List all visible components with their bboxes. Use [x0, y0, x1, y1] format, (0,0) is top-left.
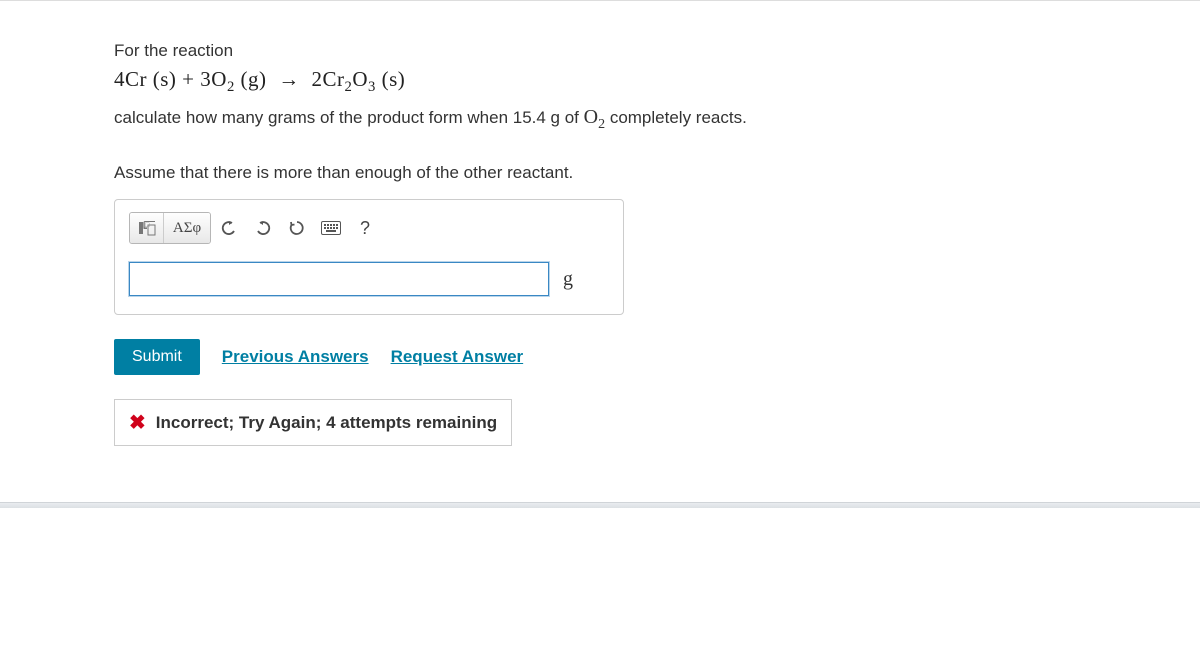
equation-toolbar: □ ΑΣφ	[129, 212, 609, 244]
request-answer-link[interactable]: Request Answer	[391, 347, 524, 367]
eq-rhs-el2: O	[352, 67, 368, 91]
answer-unit: g	[563, 268, 573, 291]
undo-button[interactable]	[213, 213, 245, 243]
eq-rhs-state: (s)	[382, 67, 406, 91]
templates-button[interactable]: □	[130, 213, 164, 243]
incorrect-icon: ✖	[129, 410, 146, 435]
answer-input[interactable]	[129, 262, 549, 296]
eq-rhs-coef: 2	[312, 67, 323, 91]
question-intro: For the reaction	[114, 41, 1014, 61]
eq-lhs2-sub: 2	[227, 79, 235, 95]
keyboard-button[interactable]	[315, 213, 347, 243]
reset-button[interactable]	[281, 213, 313, 243]
previous-answers-link[interactable]: Previous Answers	[222, 347, 369, 367]
eq-lhs2-state: (g)	[241, 67, 267, 91]
calc-chem-el: O	[584, 106, 598, 128]
greek-symbols-button[interactable]: ΑΣφ	[164, 213, 210, 243]
submit-button[interactable]: Submit	[114, 339, 200, 375]
question-assume: Assume that there is more than enough of…	[114, 163, 1014, 183]
eq-lhs1-el: Cr	[125, 67, 147, 91]
feedback-box: ✖ Incorrect; Try Again; 4 attempts remai…	[114, 399, 512, 446]
eq-rhs-el1: Cr	[323, 67, 345, 91]
question-calc-line: calculate how many grams of the product …	[114, 106, 1014, 133]
calc-prefix: calculate how many grams of the product …	[114, 108, 584, 127]
eq-plus: +	[182, 67, 194, 91]
eq-arrow: →	[272, 67, 306, 91]
eq-lhs2-coef: 3	[200, 67, 211, 91]
eq-lhs1-coef: 4	[114, 67, 125, 91]
calc-suffix: completely reacts.	[605, 108, 747, 127]
eq-rhs-sub2: 3	[368, 79, 376, 95]
feedback-text: Incorrect; Try Again; 4 attempts remaini…	[156, 413, 497, 433]
help-button[interactable]: ?	[349, 213, 381, 243]
answer-panel: □ ΑΣφ	[114, 199, 624, 315]
toolbar-format-group: □ ΑΣφ	[129, 212, 211, 244]
chemical-equation: 4Cr (s) + 3O2 (g) → 2Cr2O3 (s)	[114, 67, 1014, 96]
redo-button[interactable]	[247, 213, 279, 243]
bottom-bar	[0, 502, 1200, 508]
eq-lhs2-el: O	[211, 67, 227, 91]
eq-lhs1-state: (s)	[153, 67, 177, 91]
